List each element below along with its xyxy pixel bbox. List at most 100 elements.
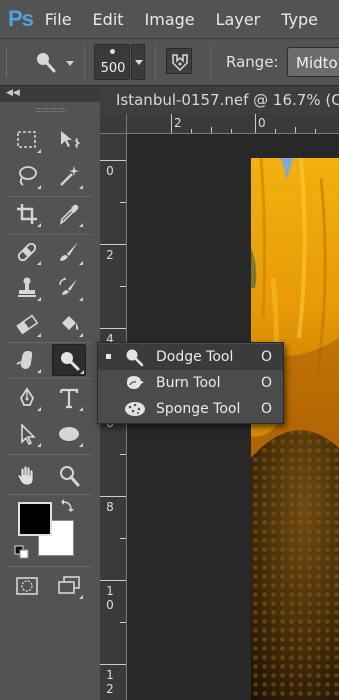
ruler-major-tick <box>255 114 256 133</box>
flyout-label: Burn Tool <box>156 375 221 391</box>
history-brush-icon <box>59 277 77 295</box>
ruler-minor-tick <box>231 129 232 133</box>
sunflower-image <box>251 158 339 700</box>
zoom-tool[interactable] <box>54 462 84 490</box>
ruler-label: 0 <box>106 164 114 178</box>
ruler-origin[interactable] <box>100 114 127 134</box>
foreground-color-swatch[interactable] <box>18 502 52 536</box>
flyout-item-burn[interactable]: Burn Tool O <box>98 370 283 396</box>
eraser-tool[interactable] <box>12 310 42 338</box>
hand-tool[interactable] <box>12 462 42 490</box>
smudge-icon <box>16 351 33 369</box>
menu-image[interactable]: Image <box>145 10 195 29</box>
quick-mask-button[interactable] <box>12 572 42 600</box>
dodge-icon <box>61 352 80 371</box>
ruler-label: 0 <box>258 116 266 130</box>
ruler-label: 2 <box>106 248 114 262</box>
dodge-tool[interactable] <box>52 344 86 376</box>
options-separator <box>155 45 156 81</box>
eraser-icon <box>16 314 39 335</box>
ruler-major-tick <box>100 580 126 581</box>
sunflower-photo[interactable] <box>251 158 339 700</box>
options-separator <box>84 45 85 81</box>
quick-mask-icon <box>16 577 38 595</box>
eyedropper-tool[interactable] <box>54 200 84 228</box>
swap-colors-button[interactable] <box>60 498 76 512</box>
clone-stamp-tool[interactable] <box>12 274 42 302</box>
ruler-minor-tick <box>120 202 126 203</box>
flyout-item-sponge[interactable]: Sponge Tool O <box>98 396 283 422</box>
crop-icon <box>17 204 37 224</box>
ruler-major-tick <box>100 244 126 245</box>
ruler-major-tick <box>100 328 126 329</box>
default-colors-button[interactable] <box>14 544 30 559</box>
eyedropper-icon <box>59 204 79 225</box>
magic-wand-tool[interactable] <box>54 162 84 190</box>
double-chevron-left-icon[interactable]: ◀◀ <box>6 88 20 98</box>
menu-edit[interactable]: Edit <box>93 10 124 29</box>
type-tool[interactable] <box>54 384 84 412</box>
options-separator <box>210 45 211 81</box>
tools-panel-header: ◀◀ <box>0 86 100 102</box>
healing-brush-tool[interactable] <box>12 238 42 266</box>
menu-file[interactable]: File <box>45 10 72 29</box>
flyout-item-dodge[interactable]: Dodge Tool O <box>98 344 283 370</box>
options-bar-grip[interactable] <box>6 49 9 77</box>
ruler-minor-tick <box>295 127 296 133</box>
sponge-icon <box>125 402 145 416</box>
dodge-icon <box>37 53 74 73</box>
flyout-shortcut: O <box>261 401 273 417</box>
path-selection-tool[interactable] <box>12 420 42 448</box>
tools-separator <box>8 378 92 379</box>
magic-wand-icon <box>60 166 79 186</box>
default-colors-icon <box>14 545 29 559</box>
menu-bar: Ps File Edit Image Layer Type <box>0 0 339 38</box>
shape-tool[interactable] <box>54 420 84 448</box>
selected-bullet-icon <box>106 354 111 359</box>
range-label: Range: <box>226 53 279 71</box>
horizontal-ruler[interactable]: 2 0 <box>127 114 339 134</box>
flyout-label: Sponge Tool <box>156 401 241 417</box>
document-tab[interactable]: Istanbul-0157.nef @ 16.7% (C <box>100 86 339 114</box>
ruler-major-tick <box>100 496 126 497</box>
tools-panel-grip[interactable] <box>36 108 66 112</box>
brush-panel-toggle[interactable] <box>166 48 192 74</box>
brush-icon <box>60 242 78 261</box>
screen-mode-button[interactable] <box>54 572 84 600</box>
options-bar: 500 Range: Midtones <box>0 38 339 86</box>
crop-tool[interactable] <box>12 200 42 228</box>
pen-tool[interactable] <box>12 384 42 412</box>
range-select[interactable]: Midtones <box>287 47 339 77</box>
ruler-minor-tick <box>120 538 126 539</box>
tools-separator <box>8 566 92 567</box>
lasso-tool[interactable] <box>12 162 42 190</box>
menu-type[interactable]: Type <box>281 10 318 29</box>
marquee-tool[interactable] <box>12 126 42 154</box>
menu-layer[interactable]: Layer <box>216 10 261 29</box>
dodge-icon <box>126 349 144 367</box>
ruler-minor-tick <box>191 129 192 133</box>
paint-bucket-icon <box>62 316 79 330</box>
ruler-major-tick <box>100 664 126 665</box>
ruler-minor-tick <box>120 454 126 455</box>
tools-separator <box>8 234 92 235</box>
hand-icon <box>17 465 34 486</box>
ellipse-icon <box>59 427 79 441</box>
bandage-icon <box>17 242 37 262</box>
ruler-major-tick <box>100 160 126 161</box>
brush-tool[interactable] <box>54 238 84 266</box>
app-logo[interactable]: Ps <box>8 6 45 32</box>
history-brush-tool[interactable] <box>54 274 84 302</box>
flyout-label: Dodge Tool <box>156 349 234 365</box>
ruler-label: 12 <box>106 668 114 696</box>
brush-preset-picker[interactable]: 500 <box>94 44 130 80</box>
path-selection-icon <box>21 423 36 446</box>
rectangular-marquee-icon <box>17 131 36 148</box>
pen-icon <box>19 387 35 406</box>
paint-bucket-tool[interactable] <box>54 310 84 338</box>
tool-preset-picker[interactable] <box>28 49 78 77</box>
blur-tool[interactable] <box>12 346 42 374</box>
brush-picker-dropdown[interactable] <box>131 44 145 80</box>
move-tool[interactable] <box>54 126 84 154</box>
ruler-minor-tick <box>275 129 276 133</box>
